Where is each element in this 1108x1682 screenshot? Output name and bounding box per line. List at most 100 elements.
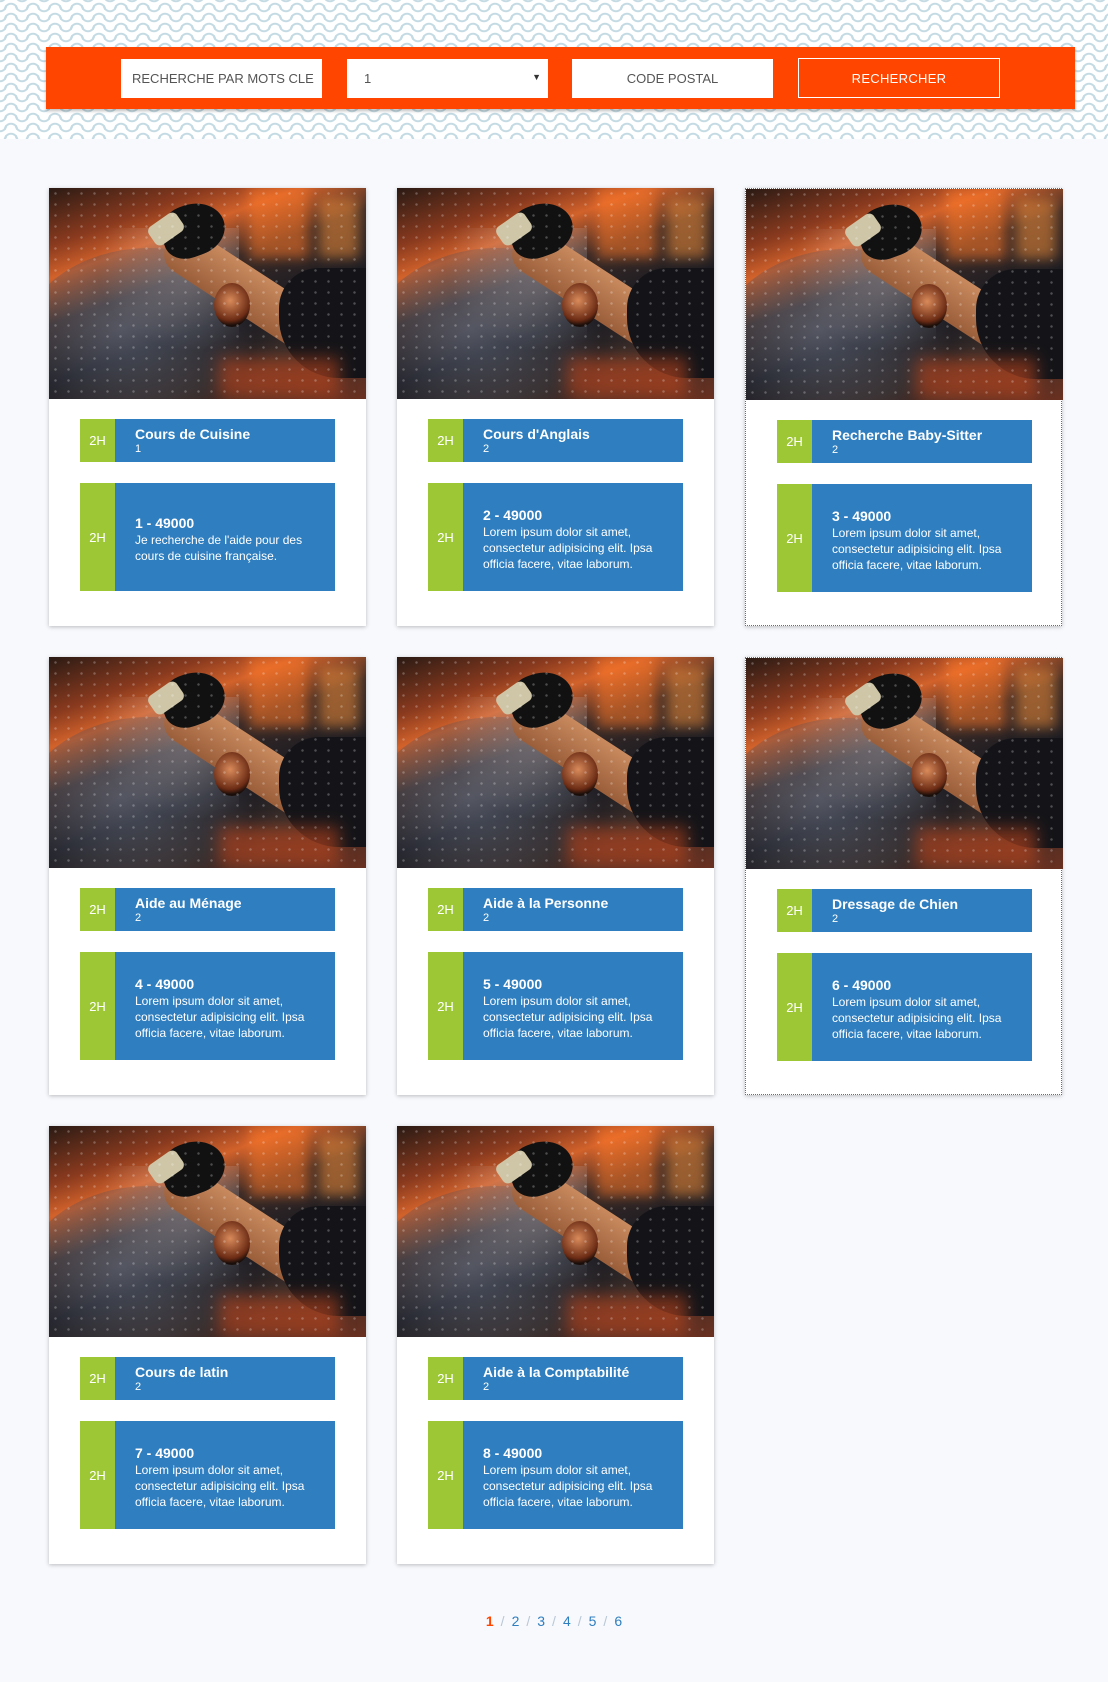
listing-detail-box: 2H 4 - 49000 Lorem ipsum dolor sit amet,… [80,952,335,1060]
listing-title-bar: 2H Aide à la Personne 2 [428,888,683,931]
duration-badge: 2H [80,419,115,462]
listing-photo [397,1126,714,1337]
duration-badge: 2H [80,952,115,1060]
listing-title[interactable]: Aide au Ménage [135,895,242,911]
listing-detail-box: 2H 7 - 49000 Lorem ipsum dolor sit amet,… [80,1421,335,1529]
category-select[interactable]: 1 ▼ [347,59,548,98]
duration-badge: 2H [80,483,115,591]
listing-photo [746,189,1063,400]
listing-title[interactable]: Cours de Cuisine [135,426,250,442]
listing-photo [49,188,366,399]
search-bar: RECHERCHE PAR MOTS CLE 1 ▼ CODE POSTAL R… [46,47,1075,109]
listing-id-postal: 3 - 49000 [832,507,892,524]
category-select-value: 1 [364,71,372,86]
listing-photo [397,188,714,399]
listing-card[interactable]: 2H Aide à la Comptabilité 2 2H 8 - 49000… [397,1126,714,1564]
duration-badge: 2H [428,1357,463,1400]
postal-code-input[interactable]: CODE POSTAL [572,59,773,98]
listing-detail-box: 2H 6 - 49000 Lorem ipsum dolor sit amet,… [777,953,1032,1061]
listing-title-bar: 2H Aide à la Comptabilité 2 [428,1357,683,1400]
listing-description: Lorem ipsum dolor sit amet, consectetur … [483,993,653,1040]
listing-description: Lorem ipsum dolor sit amet, consectetur … [832,994,1002,1041]
listing-photo [746,658,1063,869]
duration-badge: 2H [777,420,812,463]
listing-detail-box: 2H 1 - 49000 Je recherche de l'aide pour… [80,483,335,591]
chevron-down-icon: ▼ [532,72,541,82]
listing-id-postal: 8 - 49000 [483,1444,543,1461]
pagination-separator: / [552,1613,556,1629]
page-link-6[interactable]: 6 [613,1613,623,1629]
page-link-5[interactable]: 5 [588,1613,598,1629]
duration-badge: 2H [777,953,812,1061]
listing-title[interactable]: Cours de latin [135,1364,228,1380]
listing-description: Lorem ipsum dolor sit amet, consectetur … [483,1462,653,1509]
listing-title-bar: 2H Aide au Ménage 2 [80,888,335,931]
listing-subtitle: 2 [483,1380,490,1393]
keywords-search-input[interactable]: RECHERCHE PAR MOTS CLE [121,59,322,98]
listing-title-bar: 2H Recherche Baby-Sitter 2 [777,420,1032,463]
duration-badge: 2H [428,888,463,931]
page-link-2[interactable]: 2 [511,1613,521,1629]
listing-card[interactable]: 2H Aide au Ménage 2 2H 4 - 49000 Lorem i… [49,657,366,1095]
listing-card[interactable]: 2H Cours de latin 2 2H 7 - 49000 Lorem i… [49,1126,366,1564]
listing-id-postal: 2 - 49000 [483,506,543,523]
listing-title-bar: 2H Cours de latin 2 [80,1357,335,1400]
duration-badge: 2H [777,484,812,592]
listing-title[interactable]: Cours d'Anglais [483,426,590,442]
listing-detail-box: 2H 5 - 49000 Lorem ipsum dolor sit amet,… [428,952,683,1060]
listing-title-bar: 2H Cours de Cuisine 1 [80,419,335,462]
search-button[interactable]: RECHERCHER [798,58,1000,98]
pagination: 1 / 2 / 3 / 4 / 5 / 6 [0,1613,1108,1629]
listing-id-postal: 1 - 49000 [135,514,195,531]
page-link-4[interactable]: 4 [562,1613,572,1629]
keywords-placeholder: RECHERCHE PAR MOTS CLE [132,71,314,86]
listing-detail-box: 2H 3 - 49000 Lorem ipsum dolor sit amet,… [777,484,1032,592]
pagination-separator: / [603,1613,608,1629]
postal-code-placeholder: CODE POSTAL [626,71,719,86]
listing-detail-box: 2H 2 - 49000 Lorem ipsum dolor sit amet,… [428,483,683,591]
listing-subtitle: 2 [483,442,490,455]
listing-card[interactable]: 2H Recherche Baby-Sitter 2 2H 3 - 49000 … [745,188,1063,626]
listing-id-postal: 4 - 49000 [135,975,195,992]
pagination-separator: / [526,1613,531,1629]
listing-id-postal: 6 - 49000 [832,976,892,993]
duration-badge: 2H [80,888,115,931]
listing-id-postal: 7 - 49000 [135,1444,195,1461]
listing-photo [397,657,714,868]
listing-card[interactable]: 2H Cours d'Anglais 2 2H 2 - 49000 Lorem … [397,188,714,626]
listing-id-postal: 5 - 49000 [483,975,543,992]
listing-subtitle: 1 [135,442,142,455]
listing-subtitle: 2 [832,443,839,456]
listing-description: Lorem ipsum dolor sit amet, consectetur … [483,524,653,571]
listing-photo [49,657,366,868]
listing-title-bar: 2H Cours d'Anglais 2 [428,419,683,462]
listing-card[interactable]: 2H Cours de Cuisine 1 2H 1 - 49000 Je re… [49,188,366,626]
listing-subtitle: 2 [483,911,490,924]
listing-title[interactable]: Aide à la Personne [483,895,608,911]
duration-badge: 2H [428,1421,463,1529]
duration-badge: 2H [428,419,463,462]
page-link-3[interactable]: 3 [536,1613,546,1629]
listing-subtitle: 2 [135,911,142,924]
duration-badge: 2H [80,1421,115,1529]
page-link-1[interactable]: 1 [485,1613,495,1629]
wave-header-background: RECHERCHE PAR MOTS CLE 1 ▼ CODE POSTAL R… [0,0,1108,139]
listing-subtitle: 2 [135,1380,142,1393]
listing-title[interactable]: Dressage de Chien [832,896,958,912]
listing-detail-box: 2H 8 - 49000 Lorem ipsum dolor sit amet,… [428,1421,683,1529]
listing-card[interactable]: 2H Dressage de Chien 2 2H 6 - 49000 Lore… [745,657,1063,1095]
listing-title-bar: 2H Dressage de Chien 2 [777,889,1032,932]
listing-title[interactable]: Recherche Baby-Sitter [832,427,982,443]
pagination-separator: / [500,1613,505,1629]
listing-card[interactable]: 2H Aide à la Personne 2 2H 5 - 49000 Lor… [397,657,714,1095]
listing-subtitle: 2 [832,912,839,925]
pagination-separator: / [577,1613,582,1629]
listing-title[interactable]: Aide à la Comptabilité [483,1364,629,1380]
duration-badge: 2H [777,889,812,932]
listing-description: Lorem ipsum dolor sit amet, consectetur … [832,525,1002,572]
listing-description: Lorem ipsum dolor sit amet, consectetur … [135,993,305,1040]
listing-description: Je recherche de l'aide pour des cours de… [135,532,303,563]
duration-badge: 2H [80,1357,115,1400]
duration-badge: 2H [428,483,463,591]
listing-photo [49,1126,366,1337]
